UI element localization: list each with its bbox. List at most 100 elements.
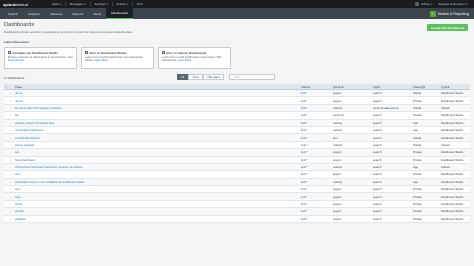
col-sharing[interactable]: Sharing ⇅ <box>412 84 440 89</box>
dashboard-title-link[interactable]: Dynamic Data Self Storage Locations <box>14 105 300 111</box>
edit-menu[interactable]: Edit ▾ <box>300 201 332 207</box>
messages-menu[interactable]: Messages ▾ <box>66 0 90 8</box>
dashboard-title-link[interactable]: Orchestrand Scheduled Searches, Reports,… <box>14 164 300 170</box>
splunk-logo[interactable]: splunk>cloud <box>3 2 28 7</box>
table-row: › testt Edit ▾ pogoni search Private Dashboard … <box>4 193 470 201</box>
dashboard-title-link[interactable]: demo <box>14 90 300 96</box>
edit-menu[interactable]: Edit ▾ <box>300 120 332 126</box>
chevron-down-icon: ▾ <box>306 217 308 220</box>
edit-menu[interactable]: Edit ▾ <box>300 112 332 118</box>
table-row: › test Edit ▾ pogoni search Private Dashboard S… <box>4 171 470 179</box>
page-title: Dashboards <box>4 22 35 28</box>
table-row: › Dynamic Data Self Storage Locations Edit… <box>4 104 470 113</box>
edit-menu[interactable]: Edit ▾ <box>300 186 332 192</box>
dashboard-title-link[interactable]: test <box>14 186 300 192</box>
filter-input[interactable]: ⌕ filter <box>229 74 275 80</box>
dashboard-title-link[interactable]: lets <box>14 149 300 155</box>
edit-menu[interactable]: Edit ▾ <box>300 216 332 222</box>
tab-reports[interactable]: Reports <box>67 8 88 19</box>
col-type[interactable]: Type ⇅ <box>440 84 470 89</box>
edit-menu[interactable]: Edit ▾ <box>300 127 332 133</box>
tab-analytics[interactable]: Analytics <box>23 8 45 19</box>
dashboard-title-link[interactable]: testData <box>14 216 300 222</box>
resource-card[interactable]: Intro to Classic Dashboards Learn how to… <box>158 47 231 69</box>
avatar <box>415 2 420 6</box>
dashboard-title-link[interactable]: testt <box>14 193 300 199</box>
filter-yours-button[interactable]: Yours <box>188 74 204 80</box>
filter-all-button[interactable]: All <box>177 74 189 80</box>
edit-menu[interactable]: Edit ▾ <box>300 157 332 163</box>
app-name[interactable]: › Search & Reporting <box>429 10 474 17</box>
filter-this-app-button[interactable]: This App's <box>203 74 224 80</box>
edit-menu[interactable]: Edit ▾ <box>300 97 332 103</box>
dashboard-title-link[interactable]: fsk <box>14 112 300 118</box>
table-row: › demo Edit ▾ pogoni search Global Dashboard St… <box>4 90 470 98</box>
chevron-down-icon: ▾ <box>306 151 308 154</box>
chevron-down-icon: ▾ <box>306 129 308 132</box>
type-cell: Dashboard Studio <box>441 120 464 125</box>
card-link[interactable]: Learn More <box>178 59 192 62</box>
create-dashboard-button[interactable]: Create New Dashboard <box>427 24 468 31</box>
col-title[interactable]: Title ▴ <box>14 84 300 89</box>
tab-dashboards[interactable]: Dashboards <box>106 8 133 19</box>
support-menu[interactable]: Support & Services ▾ <box>435 2 470 6</box>
resource-card[interactable]: Intro to Dashboard Studio Learn how to b… <box>81 47 154 69</box>
dashboard-title-link[interactable]: Integrity Check of Installed Files <box>14 120 300 126</box>
sharing-cell: Private <box>413 194 422 199</box>
dashboard-title-link[interactable]: test111 <box>14 208 300 214</box>
chevron-down-icon: ▾ <box>306 188 308 191</box>
dashboard-title-link[interactable]: test <box>14 171 300 177</box>
app-cell: search <box>373 165 382 170</box>
apps-menu[interactable]: Apps ▾ <box>48 0 65 8</box>
dashboard-title-link[interactable]: Scheduled export is now available for Da… <box>14 179 300 185</box>
sort-icon: ⇅ <box>377 84 381 89</box>
dashboard-title-link[interactable]: jsmrdbutDashboard <box>14 134 300 140</box>
edit-menu[interactable]: Edit ▾ <box>300 149 332 155</box>
dashboard-title-link[interactable]: New Dashboard <box>14 157 300 163</box>
owner-cell: nobody <box>333 142 343 147</box>
chevron-down-icon: ▾ <box>306 92 308 95</box>
col-actions: Actions <box>301 84 311 89</box>
app-cell: search <box>373 150 382 155</box>
dashboard-title-link[interactable]: jQuery Upgrade <box>14 142 300 148</box>
app-cell: search <box>373 187 382 192</box>
activity-menu[interactable]: Activity ▾ <box>112 0 132 8</box>
latest-resources-heading: Latest Resources <box>4 40 30 44</box>
col-owner[interactable]: Owner ⇅ <box>332 84 372 89</box>
dashboard-icon <box>162 51 165 54</box>
edit-menu[interactable]: Edit ▾ <box>300 105 332 111</box>
edit-menu[interactable]: Edit ▾ <box>300 193 332 199</box>
edit-menu[interactable]: Edit ▾ <box>300 208 332 214</box>
owner-cell: pogoni <box>333 216 342 221</box>
edit-menu[interactable]: Edit ▾ <box>300 90 332 96</box>
tab-datasets[interactable]: Datasets <box>45 8 67 19</box>
type-cell: Dashboard Studio <box>441 150 464 155</box>
edit-menu[interactable]: Edit ▾ <box>300 134 332 140</box>
chevron-down-icon: ▾ <box>84 2 86 6</box>
col-app[interactable]: App ⇅ <box>372 84 412 89</box>
app-cell: search <box>373 202 382 207</box>
sharing-cell: Private <box>413 172 422 177</box>
find-menu[interactable]: Find <box>133 0 147 8</box>
dashboard-title-link[interactable]: test11 <box>14 201 300 207</box>
edit-menu[interactable]: Edit ▾ <box>300 164 332 170</box>
tab-alerts[interactable]: Alerts <box>88 8 106 19</box>
edit-menu[interactable]: Edit ▾ <box>300 179 332 185</box>
search-app-icon: › <box>429 10 436 17</box>
edit-menu[interactable]: Edit ▾ <box>300 142 332 148</box>
chevron-down-icon: ▾ <box>59 2 62 6</box>
sharing-cell: App <box>413 165 418 170</box>
resource-card[interactable]: Examples for Dashboard Studio Browse exa… <box>4 47 77 69</box>
dashboard-title-link[interactable]: Job Details Dashboard <box>14 127 300 133</box>
owner-cell: tonbruns <box>333 113 344 118</box>
table-row: › fsk Edit ▾ tonbruns search Private Dashboard … <box>4 112 470 120</box>
table-row: › lets Edit ▾ pogoni search Private Dashboard S… <box>4 149 470 157</box>
user-menu[interactable]: Jeffrey ▾ <box>412 2 435 6</box>
edit-menu[interactable]: Edit ▾ <box>300 171 332 177</box>
settings-menu[interactable]: Settings ▾ <box>90 0 111 8</box>
card-link[interactable]: Learn More <box>94 59 108 62</box>
chevron-down-icon: ▾ <box>306 173 308 176</box>
dashboard-title-link[interactable]: dsmrd <box>14 97 300 103</box>
app-cell: search <box>373 142 382 147</box>
tab-search[interactable]: Search <box>3 8 23 19</box>
